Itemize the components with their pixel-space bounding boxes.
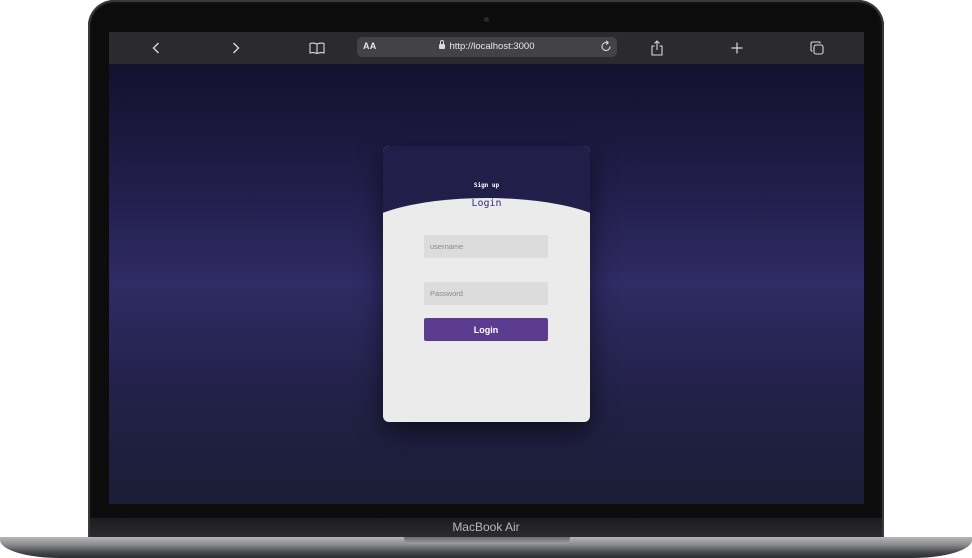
reload-icon[interactable] — [600, 39, 612, 56]
share-icon[interactable] — [649, 38, 665, 58]
login-toggle[interactable]: Login — [383, 198, 590, 209]
login-button[interactable]: Login — [424, 318, 548, 341]
laptop-notch — [404, 537, 570, 544]
page-viewport: Sign up Login Login — [109, 64, 864, 504]
back-icon[interactable] — [149, 38, 163, 58]
model-label: MacBook Air — [452, 520, 520, 534]
new-tab-icon[interactable] — [729, 38, 745, 58]
signup-toggle[interactable]: Sign up — [383, 182, 590, 189]
auth-card: Sign up Login Login — [383, 146, 590, 422]
macbook-mockup: AA http://localhost:3000 Sign up Login u… — [0, 0, 972, 558]
screen: AA http://localhost:3000 Sign up Login u… — [109, 32, 864, 504]
tabs-icon[interactable] — [809, 38, 825, 58]
address-bar[interactable]: AA http://localhost:3000 — [357, 37, 617, 57]
forward-icon[interactable] — [229, 38, 243, 58]
camera-icon — [484, 17, 489, 22]
browser-toolbar: AA http://localhost:3000 — [109, 32, 864, 65]
password-input[interactable] — [424, 282, 548, 305]
url-text: http://localhost:3000 — [449, 41, 535, 52]
username-input[interactable] — [424, 235, 548, 258]
lock-icon — [439, 40, 446, 49]
bookmarks-icon[interactable] — [308, 38, 326, 58]
